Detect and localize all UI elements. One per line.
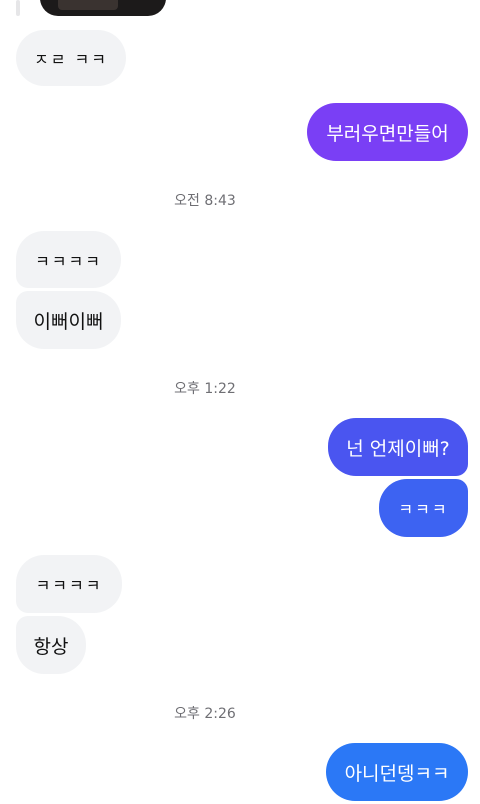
message-text: ㅋㅋㅋㅋ — [35, 576, 103, 595]
message-bubble-sent[interactable]: 부러우면만들어 — [307, 103, 468, 161]
message-text: 항상 — [33, 635, 69, 658]
message-text: 이뻐이뻐 — [33, 310, 104, 333]
reply-indicator-bar — [16, 0, 20, 16]
message-text: ㅈㄹ ㅋㅋ — [34, 50, 108, 69]
message-bubble-sent[interactable]: ㅋㅋㅋ — [379, 479, 468, 537]
message-bubble-received[interactable]: ㅋㅋㅋㅋ — [16, 231, 121, 288]
message-bubble-sent[interactable]: 아니던뎅ㅋㅋ — [326, 743, 468, 801]
timestamp: 오전 8:43 — [174, 193, 236, 209]
message-text: ㅋㅋㅋ — [398, 500, 449, 519]
shared-image-thumbnail[interactable] — [40, 0, 166, 16]
message-bubble-received[interactable]: ㅋㅋㅋㅋ — [16, 555, 122, 613]
timestamp: 오후 1:22 — [174, 381, 236, 397]
message-bubble-received[interactable]: ㅈㄹ ㅋㅋ — [16, 30, 126, 86]
message-bubble-sent[interactable]: 넌 언제이뻐? — [328, 418, 468, 476]
message-text: 넌 언제이뻐? — [346, 437, 450, 460]
message-text: 아니던뎅ㅋㅋ — [344, 762, 450, 785]
message-text: ㅋㅋㅋㅋ — [35, 251, 102, 271]
timestamp: 오후 2:26 — [174, 706, 236, 722]
message-bubble-received[interactable]: 항상 — [16, 616, 86, 674]
chat-screen: ㅈㄹ ㅋㅋ 부러우면만들어 오전 8:43 ㅋㅋㅋㅋ 이뻐이뻐 오후 1:22 … — [0, 0, 480, 804]
message-text: 부러우면만들어 — [326, 122, 449, 145]
message-bubble-received[interactable]: 이뻐이뻐 — [16, 291, 121, 349]
